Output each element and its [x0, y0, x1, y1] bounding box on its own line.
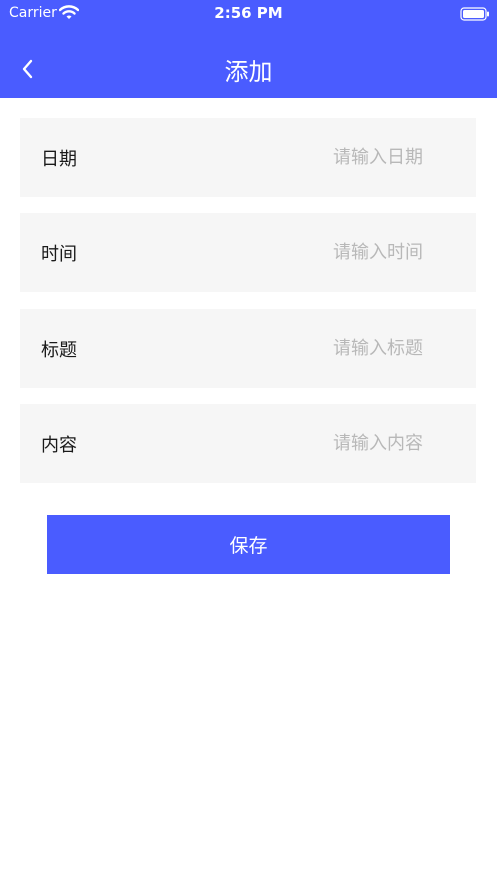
form-row-date[interactable]: 日期	[20, 118, 476, 197]
form-row-content[interactable]: 内容	[20, 404, 476, 483]
status-time: 2:56 PM	[214, 4, 283, 22]
time-label: 时间	[41, 243, 77, 265]
page-title: 添加	[224, 58, 273, 86]
navigation-header: Carrier 2:56 PM 添加	[0, 0, 497, 98]
time-input[interactable]	[223, 242, 423, 263]
date-label: 日期	[41, 148, 77, 170]
battery-icon	[460, 6, 490, 21]
form-row-time[interactable]: 时间	[20, 213, 476, 292]
status-bar: Carrier 2:56 PM	[0, 0, 497, 26]
save-button[interactable]: 保存	[47, 515, 450, 574]
form-row-title[interactable]: 标题	[20, 309, 476, 388]
content-input[interactable]	[223, 433, 423, 454]
date-input[interactable]	[223, 147, 423, 168]
content-label: 内容	[41, 434, 77, 456]
title-label: 标题	[41, 339, 77, 361]
title-input[interactable]	[223, 338, 423, 359]
